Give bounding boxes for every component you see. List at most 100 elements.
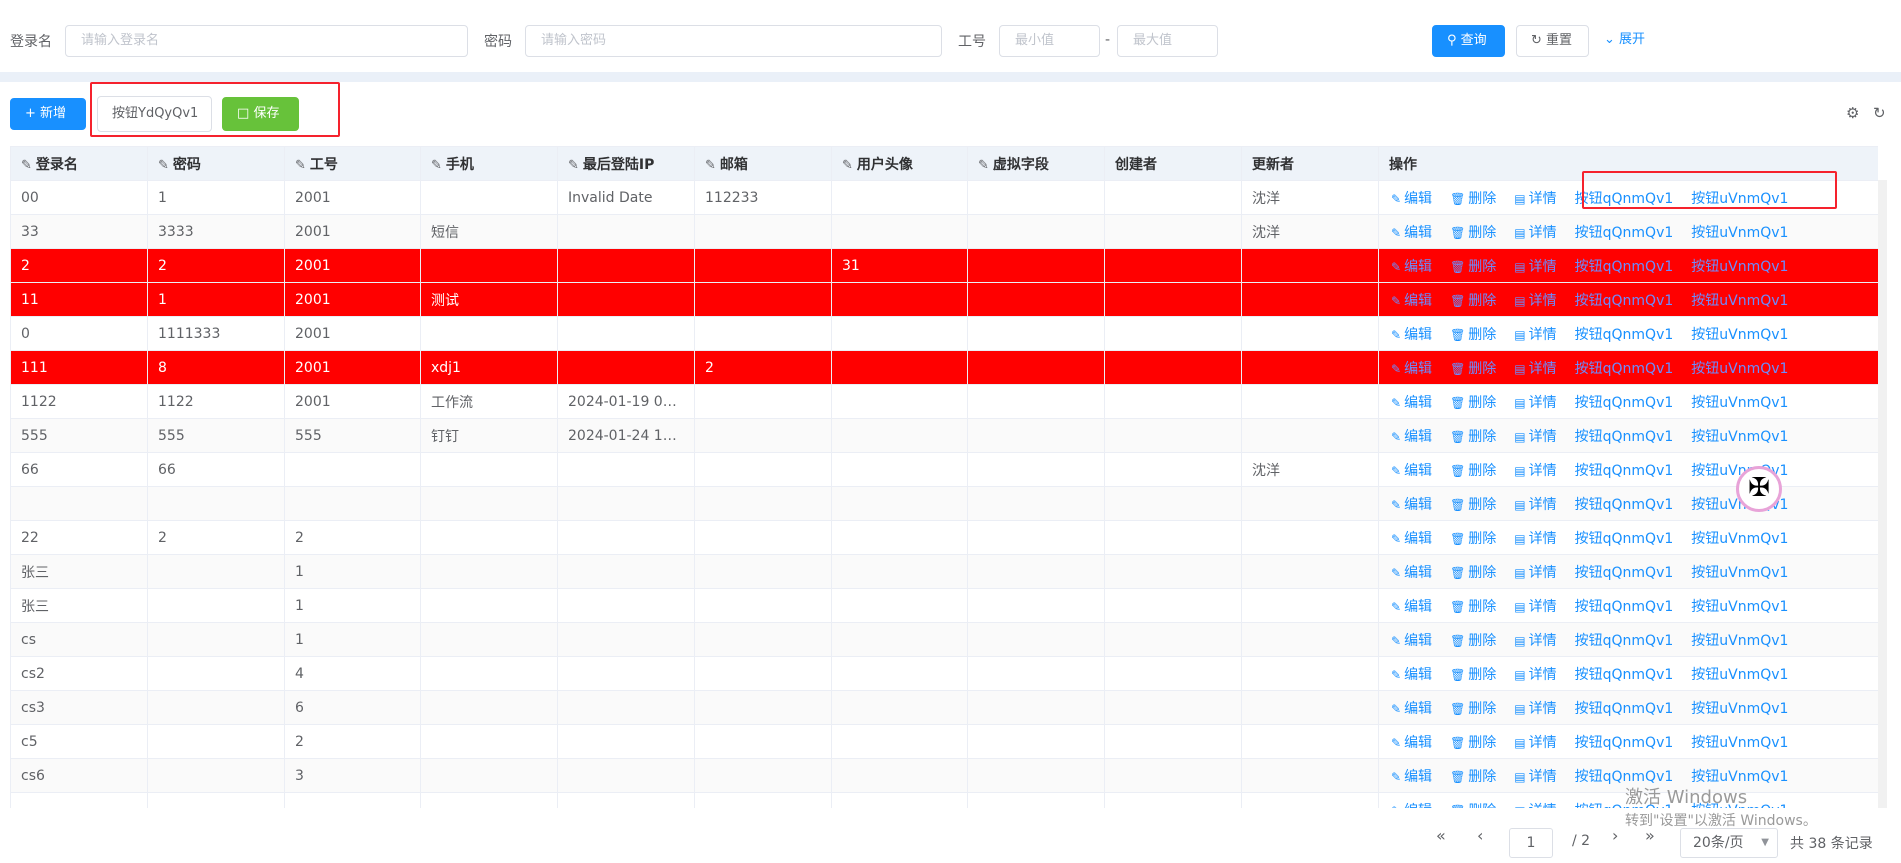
delete-action[interactable]: 🗑删除 bbox=[1450, 225, 1496, 241]
edit-action[interactable]: ✎编辑 bbox=[1391, 191, 1432, 207]
delete-action[interactable]: 🗑删除 bbox=[1450, 497, 1496, 513]
detail-action[interactable]: ▤详情 bbox=[1514, 769, 1556, 785]
column-header[interactable]: ✎ 手机 bbox=[420, 146, 558, 181]
delete-action[interactable]: 🗑删除 bbox=[1450, 803, 1496, 809]
page-number-input[interactable]: 1 bbox=[1509, 828, 1553, 858]
edit-action[interactable]: ✎编辑 bbox=[1391, 225, 1432, 241]
query-button[interactable]: ⚲ 查询 bbox=[1432, 25, 1505, 57]
custom-action-qqnmqv1[interactable]: 按钮qQnmQv1 bbox=[1575, 531, 1674, 547]
first-page-icon[interactable]: « bbox=[1436, 826, 1446, 845]
edit-action[interactable]: ✎编辑 bbox=[1391, 361, 1432, 377]
custom-action-qqnmqv1[interactable]: 按钮qQnmQv1 bbox=[1575, 599, 1674, 615]
edit-action[interactable]: ✎编辑 bbox=[1391, 667, 1432, 683]
custom-action-uvnmqv1[interactable]: 按钮uVnmQv1 bbox=[1691, 735, 1788, 751]
custom-action-qqnmqv1[interactable]: 按钮qQnmQv1 bbox=[1575, 429, 1674, 445]
column-header[interactable]: ✎ 虚拟字段 bbox=[967, 146, 1105, 181]
detail-action[interactable]: ▤详情 bbox=[1514, 565, 1556, 581]
detail-action[interactable]: ▤详情 bbox=[1514, 803, 1556, 809]
detail-action[interactable]: ▤详情 bbox=[1514, 667, 1556, 683]
detail-action[interactable]: ▤详情 bbox=[1514, 701, 1556, 717]
custom-action-uvnmqv1[interactable]: 按钮uVnmQv1 bbox=[1691, 327, 1788, 343]
edit-action[interactable]: ✎编辑 bbox=[1391, 463, 1432, 479]
edit-action[interactable]: ✎编辑 bbox=[1391, 497, 1432, 513]
add-button[interactable]: + 新增 bbox=[10, 98, 86, 130]
custom-action-qqnmqv1[interactable]: 按钮qQnmQv1 bbox=[1575, 633, 1674, 649]
edit-action[interactable]: ✎编辑 bbox=[1391, 769, 1432, 785]
delete-action[interactable]: 🗑删除 bbox=[1450, 463, 1496, 479]
next-page-icon[interactable]: › bbox=[1612, 826, 1618, 845]
edit-action[interactable]: ✎编辑 bbox=[1391, 803, 1432, 809]
detail-action[interactable]: ▤详情 bbox=[1514, 395, 1556, 411]
detail-action[interactable]: ▤详情 bbox=[1514, 531, 1556, 547]
detail-action[interactable]: ▤详情 bbox=[1514, 361, 1556, 377]
custom-action-qqnmqv1[interactable]: 按钮qQnmQv1 bbox=[1575, 735, 1674, 751]
delete-action[interactable]: 🗑删除 bbox=[1450, 701, 1496, 717]
job-number-min-input[interactable]: 最小值 bbox=[999, 25, 1100, 57]
gear-icon[interactable]: ⚙ bbox=[1846, 104, 1859, 122]
delete-action[interactable]: 🗑删除 bbox=[1450, 735, 1496, 751]
detail-action[interactable]: ▤详情 bbox=[1514, 599, 1556, 615]
custom-action-qqnmqv1[interactable]: 按钮qQnmQv1 bbox=[1575, 497, 1674, 513]
delete-action[interactable]: 🗑删除 bbox=[1450, 769, 1496, 785]
custom-action-qqnmqv1[interactable]: 按钮qQnmQv1 bbox=[1575, 361, 1674, 377]
custom-action-uvnmqv1[interactable]: 按钮uVnmQv1 bbox=[1691, 531, 1788, 547]
custom-action-uvnmqv1[interactable]: 按钮uVnmQv1 bbox=[1691, 225, 1788, 241]
floating-assistant-icon[interactable]: ✠ bbox=[1736, 466, 1782, 512]
edit-action[interactable]: ✎编辑 bbox=[1391, 395, 1432, 411]
column-header[interactable]: ✎ 登录名 bbox=[10, 146, 148, 181]
detail-action[interactable]: ▤详情 bbox=[1514, 259, 1556, 275]
custom-action-qqnmqv1[interactable]: 按钮qQnmQv1 bbox=[1575, 395, 1674, 411]
detail-action[interactable]: ▤详情 bbox=[1514, 293, 1556, 309]
delete-action[interactable]: 🗑删除 bbox=[1450, 293, 1496, 309]
custom-action-qqnmqv1[interactable]: 按钮qQnmQv1 bbox=[1575, 463, 1674, 479]
edit-action[interactable]: ✎编辑 bbox=[1391, 531, 1432, 547]
delete-action[interactable]: 🗑删除 bbox=[1450, 429, 1496, 445]
delete-action[interactable]: 🗑删除 bbox=[1450, 667, 1496, 683]
column-header[interactable]: ✎ 工号 bbox=[284, 146, 421, 181]
custom-action-uvnmqv1[interactable]: 按钮uVnmQv1 bbox=[1691, 599, 1788, 615]
detail-action[interactable]: ▤详情 bbox=[1514, 191, 1556, 207]
table-scrollbar[interactable] bbox=[1878, 180, 1887, 808]
page-size-select[interactable]: 20条/页 ▼ bbox=[1680, 828, 1778, 858]
column-header[interactable]: ✎ 用户头像 bbox=[831, 146, 968, 181]
custom-action-qqnmqv1[interactable]: 按钮qQnmQv1 bbox=[1575, 565, 1674, 581]
column-header[interactable]: ✎ 最后登陆IP bbox=[557, 146, 695, 181]
custom-action-uvnmqv1[interactable]: 按钮uVnmQv1 bbox=[1691, 667, 1788, 683]
column-header[interactable]: ✎ 邮箱 bbox=[694, 146, 832, 181]
edit-action[interactable]: ✎编辑 bbox=[1391, 565, 1432, 581]
detail-action[interactable]: ▤详情 bbox=[1514, 327, 1556, 343]
custom-action-uvnmqv1[interactable]: 按钮uVnmQv1 bbox=[1691, 259, 1788, 275]
edit-action[interactable]: ✎编辑 bbox=[1391, 633, 1432, 649]
edit-action[interactable]: ✎编辑 bbox=[1391, 259, 1432, 275]
detail-action[interactable]: ▤详情 bbox=[1514, 735, 1556, 751]
prev-page-icon[interactable]: ‹ bbox=[1477, 826, 1483, 845]
delete-action[interactable]: 🗑删除 bbox=[1450, 361, 1496, 377]
delete-action[interactable]: 🗑删除 bbox=[1450, 327, 1496, 343]
custom-action-qqnmqv1[interactable]: 按钮qQnmQv1 bbox=[1575, 225, 1674, 241]
custom-action-qqnmqv1[interactable]: 按钮qQnmQv1 bbox=[1575, 293, 1674, 309]
delete-action[interactable]: 🗑删除 bbox=[1450, 633, 1496, 649]
delete-action[interactable]: 🗑删除 bbox=[1450, 191, 1496, 207]
delete-action[interactable]: 🗑删除 bbox=[1450, 259, 1496, 275]
custom-action-uvnmqv1[interactable]: 按钮uVnmQv1 bbox=[1691, 293, 1788, 309]
edit-action[interactable]: ✎编辑 bbox=[1391, 327, 1432, 343]
column-header[interactable]: ✎ 密码 bbox=[147, 146, 285, 181]
edit-action[interactable]: ✎编辑 bbox=[1391, 293, 1432, 309]
detail-action[interactable]: ▤详情 bbox=[1514, 463, 1556, 479]
reset-button[interactable]: ↻ 重置 bbox=[1516, 25, 1589, 57]
custom-action-uvnmqv1[interactable]: 按钮uVnmQv1 bbox=[1691, 395, 1788, 411]
edit-action[interactable]: ✎编辑 bbox=[1391, 429, 1432, 445]
custom-action-qqnmqv1[interactable]: 按钮qQnmQv1 bbox=[1575, 667, 1674, 683]
custom-action-qqnmqv1[interactable]: 按钮qQnmQv1 bbox=[1575, 701, 1674, 717]
job-number-max-input[interactable]: 最大值 bbox=[1117, 25, 1218, 57]
detail-action[interactable]: ▤详情 bbox=[1514, 633, 1556, 649]
edit-action[interactable]: ✎编辑 bbox=[1391, 701, 1432, 717]
password-input[interactable]: 请输入密码 bbox=[525, 25, 942, 57]
custom-action-uvnmqv1[interactable]: 按钮uVnmQv1 bbox=[1691, 565, 1788, 581]
detail-action[interactable]: ▤详情 bbox=[1514, 497, 1556, 513]
custom-action-qqnmqv1[interactable]: 按钮qQnmQv1 bbox=[1575, 259, 1674, 275]
edit-action[interactable]: ✎编辑 bbox=[1391, 599, 1432, 615]
last-page-icon[interactable]: » bbox=[1645, 826, 1655, 845]
custom-action-uvnmqv1[interactable]: 按钮uVnmQv1 bbox=[1691, 429, 1788, 445]
delete-action[interactable]: 🗑删除 bbox=[1450, 565, 1496, 581]
